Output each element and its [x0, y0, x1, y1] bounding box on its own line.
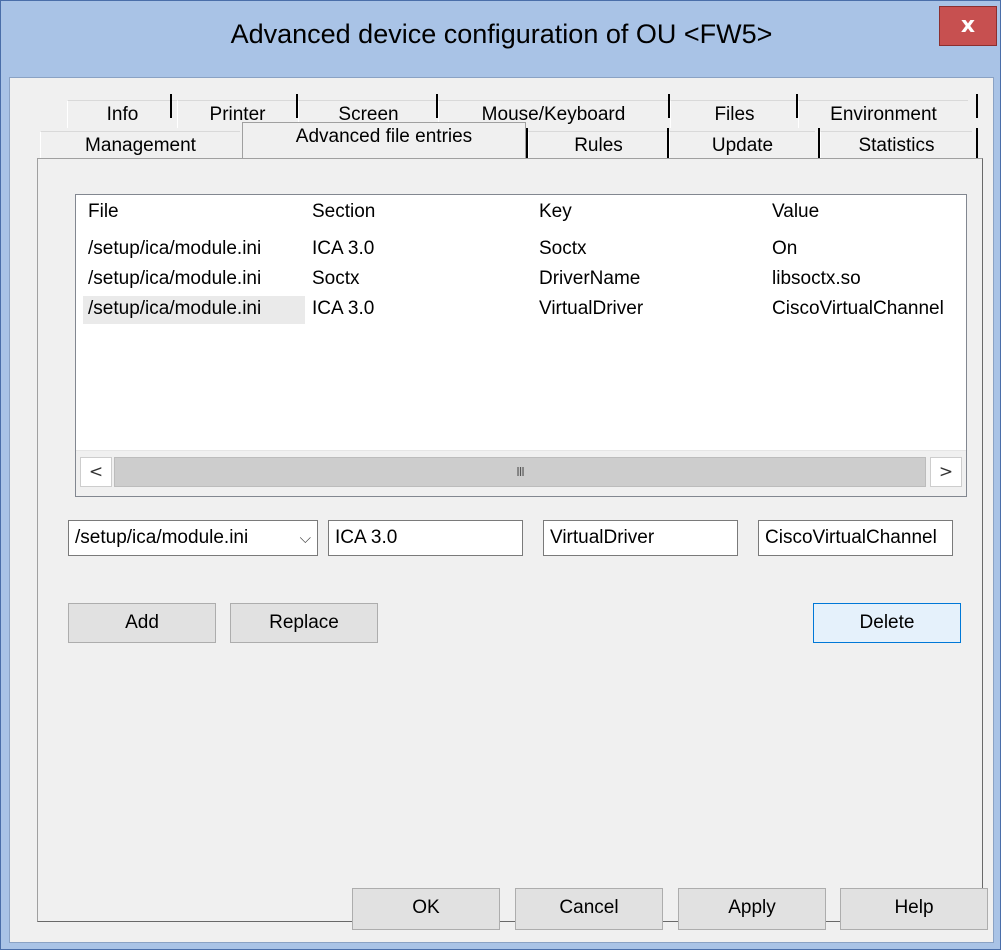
tab-environment[interactable]: Environment: [798, 100, 968, 128]
section-input-value: ICA 3.0: [335, 527, 398, 548]
add-button-label: Add: [125, 612, 159, 633]
apply-button-label: Apply: [728, 897, 776, 918]
cell-key: VirtualDriver: [539, 298, 644, 319]
key-input-value: VirtualDriver: [550, 527, 655, 548]
tab-separator: [976, 128, 978, 160]
cell-key: Soctx: [539, 238, 587, 259]
cell-file: /setup/ica/module.ini: [88, 238, 262, 259]
grip-icon: III: [516, 465, 525, 479]
window-title: Advanced device configuration of OU <FW5…: [230, 19, 773, 49]
section-input[interactable]: ICA 3.0: [328, 520, 523, 556]
tab-separator: [976, 94, 978, 118]
tab-label: Advanced file entries: [295, 126, 473, 147]
dialog-window: Advanced device configuration of OU <FW5…: [0, 0, 1001, 950]
cancel-button-label: Cancel: [559, 897, 619, 918]
close-icon: x: [960, 13, 976, 38]
horizontal-scrollbar[interactable]: < III >: [76, 450, 966, 496]
tab-label: Rules: [574, 135, 623, 156]
help-button-label: Help: [894, 897, 934, 918]
cell-file: /setup/ica/module.ini: [88, 268, 262, 289]
tab-info[interactable]: Info: [67, 100, 177, 128]
cell-section: Soctx: [312, 268, 360, 289]
value-input-value: CiscoVirtualChannel: [765, 527, 937, 548]
delete-button-label: Delete: [859, 612, 915, 633]
file-entries-list[interactable]: File Section Key Value /setup/ica/module…: [75, 194, 967, 497]
column-header-section[interactable]: Section: [312, 201, 375, 223]
ok-button-label: OK: [412, 897, 440, 918]
cell-file: /setup/ica/module.ini: [88, 298, 262, 319]
column-header-key[interactable]: Key: [539, 201, 572, 223]
tab-files[interactable]: Files: [670, 100, 798, 128]
help-button[interactable]: Help: [840, 888, 988, 930]
file-combobox[interactable]: /setup/ica/module.ini ⌵: [68, 520, 318, 556]
cell-key: DriverName: [539, 268, 641, 289]
tab-label: Management: [85, 135, 196, 156]
close-button[interactable]: x: [939, 6, 997, 46]
column-header-value[interactable]: Value: [772, 201, 819, 223]
scroll-right-button[interactable]: >: [930, 457, 962, 487]
value-input[interactable]: CiscoVirtualChannel: [758, 520, 953, 556]
replace-button-label: Replace: [269, 612, 339, 633]
cell-value: CiscoVirtualChannel: [772, 298, 944, 319]
tab-statistics[interactable]: Statistics: [820, 131, 972, 159]
scroll-left-button[interactable]: <: [80, 457, 112, 487]
tab-update[interactable]: Update: [669, 131, 815, 159]
apply-button[interactable]: Apply: [678, 888, 826, 930]
tab-label: Files: [714, 104, 755, 125]
dialog-client-area: Info Printer Screen Mouse/Keyboard Files…: [9, 77, 994, 943]
cell-value: libsoctx.so: [772, 268, 861, 289]
scrollbar-thumb[interactable]: III: [114, 457, 926, 487]
tab-label: Statistics: [858, 135, 935, 156]
title-bar: Advanced device configuration of OU <FW5…: [1, 1, 1001, 77]
tab-label: Update: [711, 135, 774, 156]
replace-button[interactable]: Replace: [230, 603, 378, 643]
tab-management[interactable]: Management: [40, 131, 240, 159]
tab-page-advanced-file-entries: File Section Key Value /setup/ica/module…: [37, 158, 983, 922]
tab-label: Environment: [830, 104, 937, 125]
cancel-button[interactable]: Cancel: [515, 888, 663, 930]
chevron-right-icon: >: [938, 462, 954, 482]
tab-label: Info: [106, 104, 139, 125]
key-input[interactable]: VirtualDriver: [543, 520, 738, 556]
add-button[interactable]: Add: [68, 603, 216, 643]
tab-separator: [170, 94, 172, 118]
chevron-left-icon: <: [88, 462, 104, 482]
chevron-down-icon[interactable]: ⌵: [300, 521, 311, 555]
tab-rules[interactable]: Rules: [528, 131, 668, 159]
tab-advanced-file-entries[interactable]: Advanced file entries: [242, 122, 526, 160]
delete-button[interactable]: Delete: [813, 603, 961, 643]
file-combobox-value: /setup/ica/module.ini: [75, 527, 249, 548]
cell-section: ICA 3.0: [312, 298, 375, 319]
cell-section: ICA 3.0: [312, 238, 375, 259]
column-header-file[interactable]: File: [88, 201, 119, 223]
ok-button[interactable]: OK: [352, 888, 500, 930]
cell-value: On: [772, 238, 798, 259]
